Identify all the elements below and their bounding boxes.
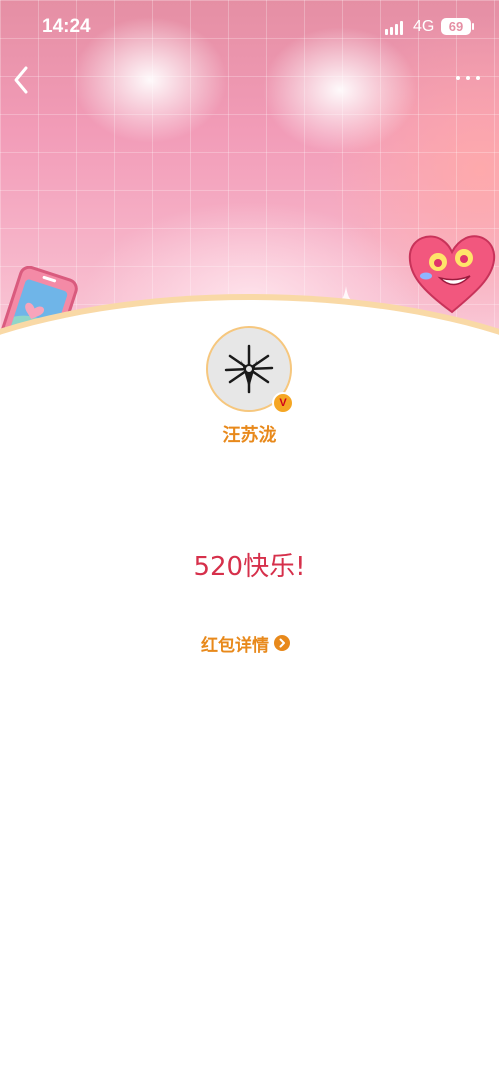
- more-dots-icon: [456, 76, 460, 80]
- status-bar: 14:24 4G 69: [0, 0, 499, 56]
- network-type: 4G: [413, 18, 435, 35]
- battery-icon: 69: [441, 18, 474, 35]
- header-banner: [0, 0, 499, 380]
- sender-name: 汪苏泷: [222, 425, 277, 446]
- red-packet-details-link[interactable]: 红包详情: [201, 629, 290, 657]
- back-button[interactable]: [8, 62, 36, 98]
- status-time: 14:24: [42, 16, 91, 37]
- heart-sticker-icon: [408, 235, 496, 314]
- verified-badge: V: [272, 392, 294, 414]
- signal-icon: [385, 21, 405, 35]
- red-packet-message: 520快乐!: [193, 552, 306, 582]
- chevron-left-icon: [14, 66, 28, 94]
- more-options-button[interactable]: [452, 68, 484, 88]
- details-label: 红包详情: [201, 635, 269, 656]
- chevron-right-circle-icon: [274, 635, 290, 651]
